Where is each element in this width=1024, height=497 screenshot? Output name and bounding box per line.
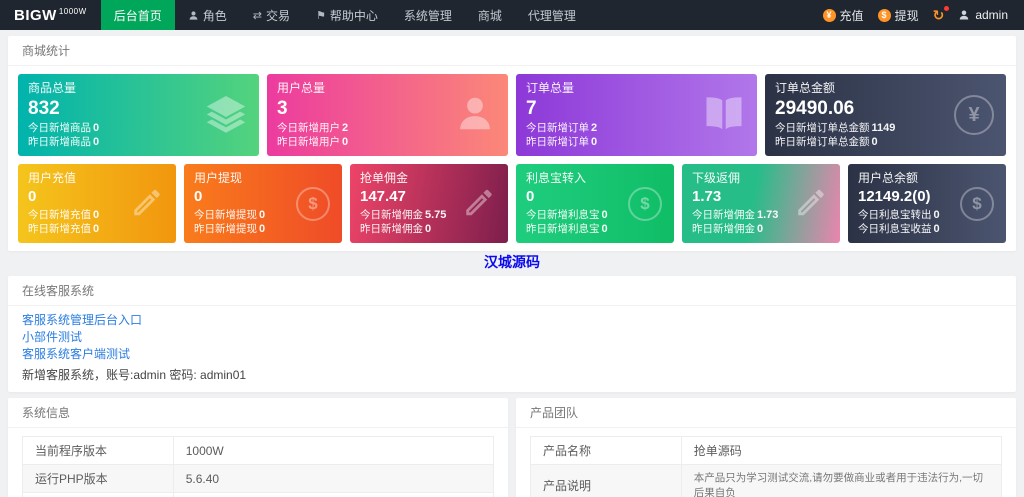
nav-item-label: 系统管理 — [404, 7, 452, 24]
table-row: ThinkPHP版本5.1.38 LTS — [23, 493, 494, 497]
brand-version: 1000W — [59, 7, 87, 16]
refresh-icon: ↻ — [933, 7, 945, 23]
product-team-title: 产品团队 — [516, 398, 1016, 428]
big-stats-row: 商品总量 832 今日新增商品0 昨日新增商品0 用户总量 3 今日新增用户2 … — [18, 74, 1006, 156]
stat-card-products: 商品总量 832 今日新增商品0 昨日新增商品0 — [18, 74, 259, 156]
stat-title: 利息宝转入 — [526, 171, 664, 186]
widget-test-link[interactable]: 小部件测试 — [22, 329, 1002, 346]
nav-item-label: 角色 — [203, 7, 227, 24]
nav-item-label: 交易 — [266, 7, 290, 24]
service-client-test-link[interactable]: 客服系统客户端测试 — [22, 346, 1002, 363]
nav-item-help[interactable]: ⚑ 帮助中心 — [303, 0, 391, 30]
stat-title: 下级返佣 — [692, 171, 830, 186]
product-team-table: 产品名称抢单源码 产品说明本产品只为学习测试交流,请勿要做商业或者用于违法行为,… — [530, 436, 1002, 497]
product-team-panel: 产品团队 产品名称抢单源码 产品说明本产品只为学习测试交流,请勿要做商业或者用于… — [516, 398, 1016, 497]
stat-title: 订单总金额 — [775, 81, 996, 96]
edit-icon — [130, 185, 164, 222]
table-row: 产品说明本产品只为学习测试交流,请勿要做商业或者用于违法行为,一切后果自负 — [531, 465, 1002, 497]
nav-item-label: 商城 — [478, 7, 502, 24]
user-icon — [958, 9, 970, 21]
recharge-link[interactable]: ¥ 充值 — [823, 7, 864, 24]
table-row: 产品名称抢单源码 — [531, 437, 1002, 465]
table-row: 当前程序版本1000W — [23, 437, 494, 465]
dollar-circle-icon: $ — [296, 187, 330, 221]
stat-title: 用户充值 — [28, 171, 166, 186]
withdraw-link[interactable]: $ 提现 — [878, 7, 919, 24]
withdraw-label: 提现 — [895, 7, 919, 24]
nav-item-home[interactable]: 后台首页 — [101, 0, 175, 30]
stat-card-total-balance: 用户总余额 12149.2(0) 今日利息宝转出0 今日利息宝收益0 $ — [848, 164, 1006, 243]
nav-item-trade[interactable]: ⇄ 交易 — [240, 0, 303, 30]
navbar-right: ¥ 充值 $ 提现 ↻ admin — [823, 0, 1024, 30]
stat-card-users: 用户总量 3 今日新增用户2 昨日新增用户0 — [267, 74, 508, 156]
service-admin-link[interactable]: 客服系统管理后台入口 — [22, 312, 1002, 329]
nav-item-label: 代理管理 — [528, 7, 576, 24]
system-info-title: 系统信息 — [8, 398, 508, 428]
nav-item-system[interactable]: 系统管理 — [391, 0, 465, 30]
book-icon — [703, 93, 745, 138]
user-menu[interactable]: admin — [958, 8, 1008, 22]
system-info-table: 当前程序版本1000W 运行PHP版本5.6.40 ThinkPHP版本5.1.… — [22, 436, 494, 497]
table-row: 运行PHP版本5.6.40 — [23, 465, 494, 493]
refresh-button[interactable]: ↻ — [933, 8, 945, 22]
watermark-text: 汉城源码 — [0, 254, 1024, 270]
users-icon — [454, 93, 496, 138]
shop-stats-panel: 商城统计 商品总量 832 今日新增商品0 昨日新增商品0 用户总量 3 今日新… — [8, 36, 1016, 251]
stat-card-recharge: 用户充值 0 今日新增充值0 昨日新增充值0 — [18, 164, 176, 243]
dollar-circle-icon: $ — [960, 187, 994, 221]
flag-icon: ⚑ — [316, 9, 326, 22]
top-navbar: BIGW1000W 后台首页 角色 ⇄ 交易 ⚑ 帮助中心 系统管理 商城 代理… — [0, 0, 1024, 30]
notification-dot — [944, 6, 949, 11]
system-info-panel: 系统信息 当前程序版本1000W 运行PHP版本5.6.40 ThinkPHP版… — [8, 398, 508, 497]
nav-item-roles[interactable]: 角色 — [175, 0, 240, 30]
recharge-coin-icon: ¥ — [823, 9, 836, 22]
brand-text: BIGW — [14, 7, 57, 24]
stat-card-order-amount: 订单总金额 29490.06 今日新增订单总金额1149 昨日新增订单总金额0 … — [765, 74, 1006, 156]
main-nav: 后台首页 角色 ⇄ 交易 ⚑ 帮助中心 系统管理 商城 代理管理 — [101, 0, 589, 30]
layers-icon — [205, 93, 247, 138]
stat-title: 用户总余额 — [858, 171, 996, 186]
withdraw-coin-icon: $ — [878, 9, 891, 22]
exchange-icon: ⇄ — [253, 9, 262, 22]
username-label: admin — [975, 8, 1008, 22]
dollar-circle-icon: $ — [628, 187, 662, 221]
edit-icon — [462, 185, 496, 222]
nav-item-agent[interactable]: 代理管理 — [515, 0, 589, 30]
edit-icon — [794, 185, 828, 222]
person-icon — [188, 10, 199, 21]
stat-card-orders: 订单总量 7 今日新增订单2 昨日新增订单0 — [516, 74, 757, 156]
service-panel: 在线客服系统 客服系统管理后台入口 小部件测试 客服系统客户端测试 新增客服系统… — [8, 276, 1016, 392]
small-stats-row: 用户充值 0 今日新增充值0 昨日新增充值0 用户提现 0 今日新增提现0 昨日… — [18, 164, 1006, 243]
nav-item-mall[interactable]: 商城 — [465, 0, 515, 30]
stat-card-grab-commission: 抢单佣金 147.47 今日新增佣金5.75 昨日新增佣金0 — [350, 164, 508, 243]
stat-card-interest-in: 利息宝转入 0 今日新增利息宝0 昨日新增利息宝0 $ — [516, 164, 674, 243]
nav-item-label: 后台首页 — [114, 7, 162, 24]
nav-item-label: 帮助中心 — [330, 7, 378, 24]
stat-title: 抢单佣金 — [360, 171, 498, 186]
service-title: 在线客服系统 — [8, 276, 1016, 306]
service-note: 新增客服系统，账号:admin 密码: admin01 — [22, 367, 1002, 384]
stat-title: 用户提现 — [194, 171, 332, 186]
recharge-label: 充值 — [840, 7, 864, 24]
stat-card-sub-commission: 下级返佣 1.73 今日新增佣金1.73 昨日新增佣金0 — [682, 164, 840, 243]
brand-logo: BIGW1000W — [0, 0, 101, 30]
shop-stats-title: 商城统计 — [8, 36, 1016, 66]
stat-card-withdraw: 用户提现 0 今日新增提现0 昨日新增提现0 $ — [184, 164, 342, 243]
yen-circle-icon: ¥ — [954, 95, 994, 135]
